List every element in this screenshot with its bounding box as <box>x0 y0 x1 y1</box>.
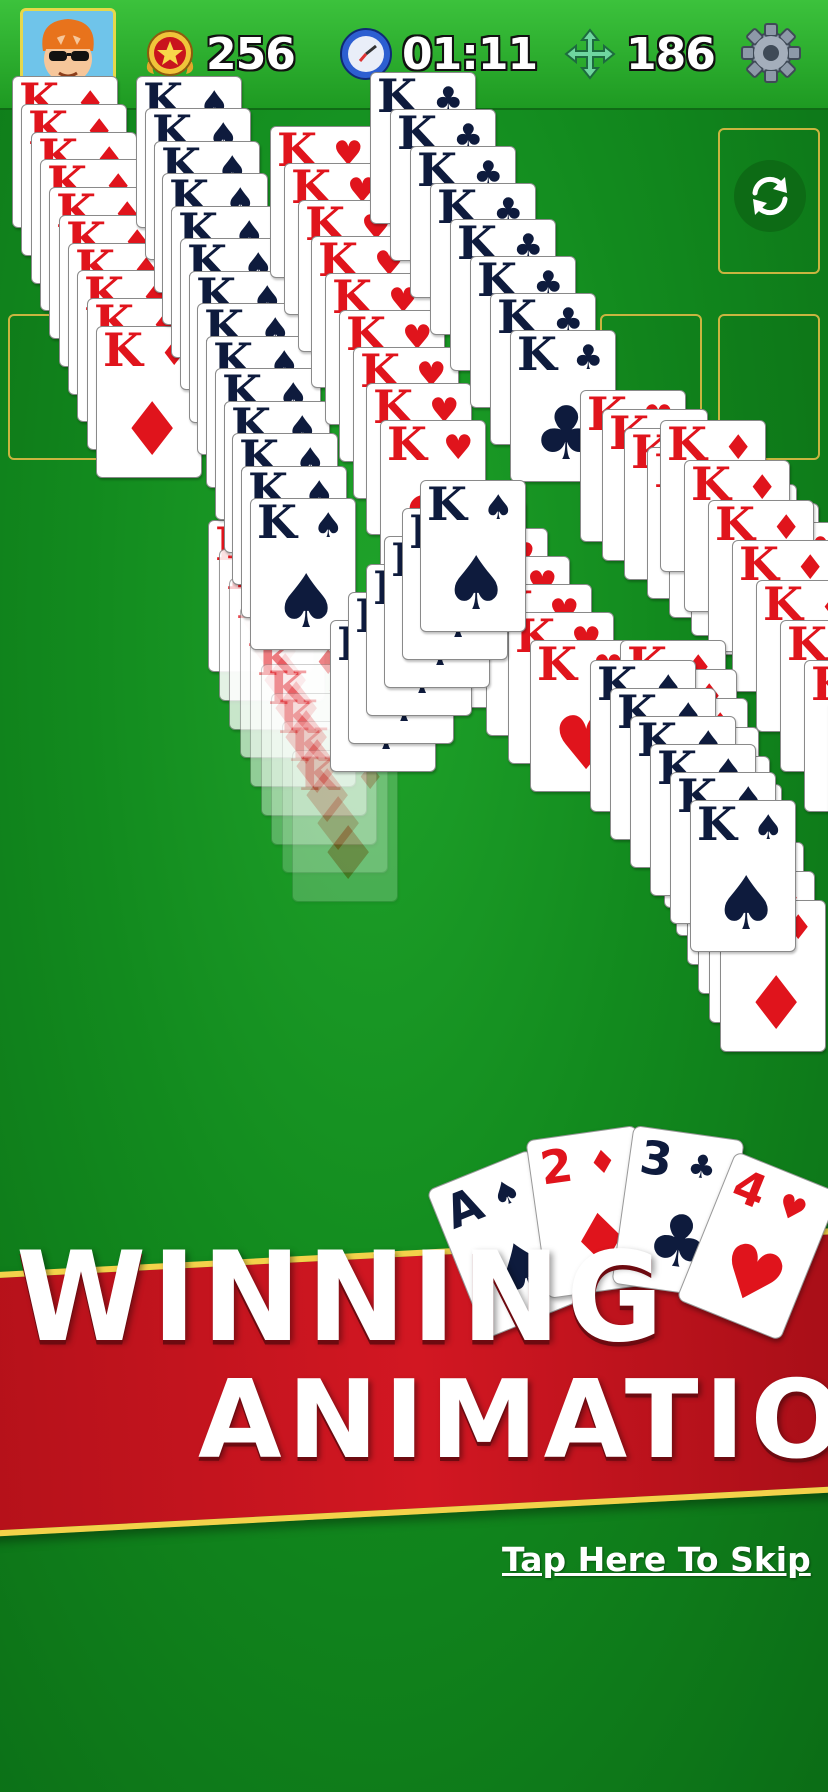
card-suit-large: ♠ <box>443 541 510 627</box>
card-rank: K <box>103 326 143 377</box>
card-suit-large: ♠ <box>713 861 780 947</box>
card-suit-large: ♦ <box>315 811 382 897</box>
king-card: K♦♦ <box>804 660 828 812</box>
score-value: 256 <box>206 28 296 80</box>
card-rank: K <box>257 498 297 549</box>
promo-title-line2: ANIMATIONS <box>198 1358 828 1483</box>
promo-card-rank: 2 <box>536 1137 576 1196</box>
moves-value: 186 <box>626 28 716 80</box>
move-arrows-icon <box>562 26 618 82</box>
card-rank: K <box>427 480 467 531</box>
medal-star-icon <box>142 26 198 82</box>
gear-icon <box>741 23 801 83</box>
card-rank: K <box>387 420 427 471</box>
moves-display: 186 <box>562 22 716 86</box>
card-rank: K <box>811 661 828 710</box>
promo-title-line1: WINNING <box>16 1224 670 1370</box>
diamond-icon: ♦ <box>585 1141 620 1183</box>
card-suit: ♣ <box>573 338 604 378</box>
game-board: 256 01:11 186 K K K K K K K K K K ♦ K ♠ … <box>0 0 828 1792</box>
card-rank: K <box>537 640 577 691</box>
card-suit-large: ♦ <box>119 387 186 473</box>
card-suit: ♠ <box>753 808 784 848</box>
card-rank: K <box>697 800 737 851</box>
king-card: K ♠ ♠ <box>690 800 796 952</box>
spade-icon: ♠ <box>485 1170 527 1216</box>
card-rank: K <box>517 330 557 381</box>
settings-button[interactable] <box>740 22 802 88</box>
card-suit: ♠ <box>483 488 514 528</box>
heart-icon: ♥ <box>771 1185 813 1231</box>
refresh-icon <box>752 176 788 216</box>
king-card: K♦♦ <box>292 750 398 902</box>
king-card: K ♠ ♠ <box>420 480 526 632</box>
card-suit: ♠ <box>313 506 344 546</box>
stock-pile[interactable] <box>718 128 820 274</box>
promo-card-rank: 4 <box>724 1157 775 1220</box>
skip-link[interactable]: Tap Here To Skip <box>502 1540 811 1579</box>
club-icon: ♣ <box>685 1146 719 1188</box>
heart-icon: ♥ <box>706 1223 798 1326</box>
card-suit-large: ♦ <box>743 961 810 1047</box>
card-suit: ♥ <box>443 428 474 468</box>
refresh-button[interactable] <box>734 160 806 232</box>
promo-card-rank: 3 <box>636 1129 676 1188</box>
